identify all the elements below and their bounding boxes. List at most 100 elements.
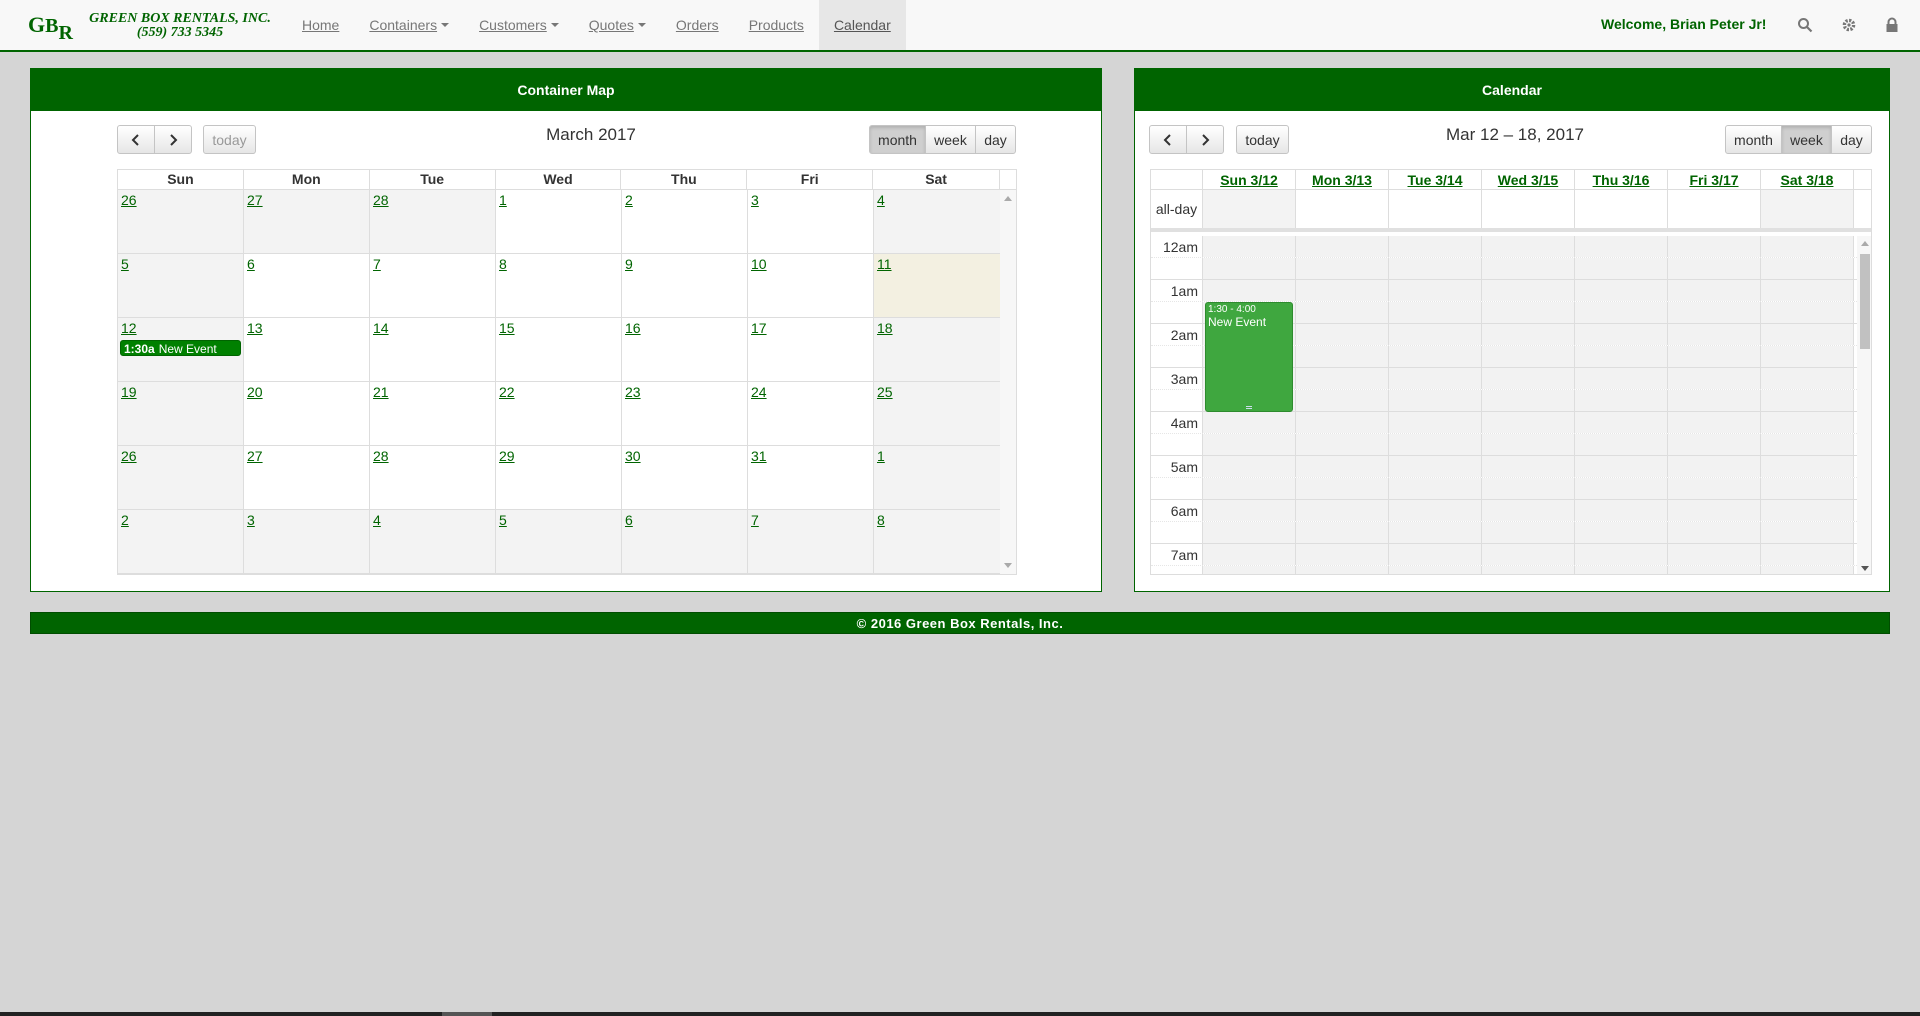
time-slot-cell[interactable]: [1761, 544, 1854, 565]
day-number-link[interactable]: 27: [247, 448, 263, 464]
day-link[interactable]: Tue 3/14: [1408, 172, 1463, 188]
time-slot-cell[interactable]: [1482, 544, 1575, 565]
today-button[interactable]: today: [203, 125, 256, 154]
time-slot-cell[interactable]: [1296, 302, 1389, 323]
time-slot-cell[interactable]: [1203, 500, 1296, 521]
day-cell[interactable]: 25: [874, 382, 1001, 446]
time-slot-cell[interactable]: [1389, 434, 1482, 455]
day-number-link[interactable]: 12: [121, 320, 137, 336]
time-slot-cell[interactable]: [1575, 566, 1668, 574]
time-slot-cell[interactable]: [1296, 280, 1389, 301]
day-number-link[interactable]: 2: [625, 192, 633, 208]
time-slot-cell[interactable]: [1296, 566, 1389, 574]
time-slot-cell[interactable]: [1296, 412, 1389, 433]
time-slot-cell[interactable]: [1203, 478, 1296, 499]
time-slot-cell[interactable]: [1389, 302, 1482, 323]
day-cell[interactable]: 18: [874, 318, 1001, 382]
day-cell[interactable]: 27: [244, 446, 370, 510]
next-month-button[interactable]: [154, 125, 192, 154]
calendar-event[interactable]: 1:30 - 4:00 New Event: [1205, 302, 1293, 412]
day-cell[interactable]: 1: [874, 446, 1001, 510]
time-slot-cell[interactable]: [1761, 522, 1854, 543]
day-link[interactable]: Mon 3/13: [1312, 172, 1372, 188]
event-resize-handle[interactable]: [1246, 406, 1252, 409]
day-cell[interactable]: 7: [748, 510, 874, 574]
day-cell[interactable]: 11: [874, 254, 1001, 318]
time-slot-cell[interactable]: [1482, 522, 1575, 543]
time-slot-cell[interactable]: [1482, 566, 1575, 574]
time-slot-cell[interactable]: [1668, 324, 1761, 345]
day-link[interactable]: Thu 3/16: [1593, 172, 1650, 188]
next-week-button[interactable]: [1186, 125, 1224, 154]
scroll-up-icon[interactable]: [1004, 196, 1012, 201]
day-number-link[interactable]: 4: [877, 192, 885, 208]
day-number-link[interactable]: 14: [373, 320, 389, 336]
time-slot-cell[interactable]: [1575, 302, 1668, 323]
day-cell[interactable]: 2: [118, 510, 244, 574]
time-slot-cell[interactable]: [1668, 280, 1761, 301]
day-cell[interactable]: 31: [748, 446, 874, 510]
day-cell[interactable]: 23: [622, 382, 748, 446]
time-slot-cell[interactable]: [1575, 346, 1668, 367]
nav-containers[interactable]: Containers: [354, 0, 464, 50]
time-slot-cell[interactable]: [1296, 500, 1389, 521]
time-slot-cell[interactable]: [1389, 258, 1482, 279]
nav-orders[interactable]: Orders: [661, 0, 734, 50]
day-link[interactable]: Sun 3/12: [1220, 172, 1278, 188]
time-slot-cell[interactable]: [1668, 434, 1761, 455]
time-slot-cell[interactable]: [1668, 236, 1761, 257]
nav-home[interactable]: Home: [287, 0, 354, 50]
day-view-button[interactable]: day: [1831, 125, 1872, 154]
time-slot-cell[interactable]: [1761, 302, 1854, 323]
time-slot-cell[interactable]: [1761, 500, 1854, 521]
nav-products[interactable]: Products: [734, 0, 819, 50]
time-slot-cell[interactable]: [1575, 324, 1668, 345]
time-slot-cell[interactable]: [1668, 346, 1761, 367]
time-slot-cell[interactable]: [1761, 412, 1854, 433]
time-slot-cell[interactable]: [1761, 236, 1854, 257]
time-slot-cell[interactable]: [1296, 346, 1389, 367]
time-slot-cell[interactable]: [1575, 280, 1668, 301]
time-slot-cell[interactable]: [1575, 434, 1668, 455]
day-cell[interactable]: 20: [244, 382, 370, 446]
day-cell[interactable]: 22: [496, 382, 622, 446]
time-slot-cell[interactable]: [1389, 544, 1482, 565]
time-slot-cell[interactable]: [1389, 368, 1482, 389]
time-slot-cell[interactable]: [1668, 522, 1761, 543]
time-slot-cell[interactable]: [1389, 324, 1482, 345]
time-slot-cell[interactable]: [1296, 390, 1389, 411]
day-number-link[interactable]: 28: [373, 448, 389, 464]
day-number-link[interactable]: 6: [625, 512, 633, 528]
time-slot-cell[interactable]: [1389, 500, 1482, 521]
day-number-link[interactable]: 7: [751, 512, 759, 528]
time-slot-cell[interactable]: [1668, 500, 1761, 521]
time-slot-cell[interactable]: [1482, 478, 1575, 499]
time-slot-cell[interactable]: [1761, 346, 1854, 367]
day-number-link[interactable]: 8: [877, 512, 885, 528]
day-cell[interactable]: 29: [496, 446, 622, 510]
day-number-link[interactable]: 22: [499, 384, 515, 400]
time-slot-cell[interactable]: [1389, 566, 1482, 574]
day-cell[interactable]: 5: [118, 254, 244, 318]
day-number-link[interactable]: 19: [121, 384, 137, 400]
day-number-link[interactable]: 11: [877, 256, 892, 272]
day-cell[interactable]: 8: [874, 510, 1001, 574]
day-cell[interactable]: 7: [370, 254, 496, 318]
day-number-link[interactable]: 16: [625, 320, 641, 336]
time-slot-cell[interactable]: [1296, 434, 1389, 455]
time-slot-cell[interactable]: [1482, 302, 1575, 323]
month-view-button[interactable]: month: [1725, 125, 1782, 154]
gear-icon[interactable]: [1839, 14, 1859, 36]
all-day-cell[interactable]: [1389, 190, 1482, 228]
day-cell[interactable]: 24: [748, 382, 874, 446]
time-slot-cell[interactable]: [1575, 478, 1668, 499]
day-number-link[interactable]: 31: [751, 448, 767, 464]
time-slot-cell[interactable]: [1296, 236, 1389, 257]
time-slot-cell[interactable]: [1575, 456, 1668, 477]
time-slot-cell[interactable]: [1389, 346, 1482, 367]
brand-logo[interactable]: GBR GREEN BOX RENTALS, INC. (559) 733 53…: [28, 6, 278, 46]
day-number-link[interactable]: 9: [625, 256, 633, 272]
time-slot-cell[interactable]: [1203, 544, 1296, 565]
day-number-link[interactable]: 25: [877, 384, 893, 400]
day-number-link[interactable]: 15: [499, 320, 515, 336]
